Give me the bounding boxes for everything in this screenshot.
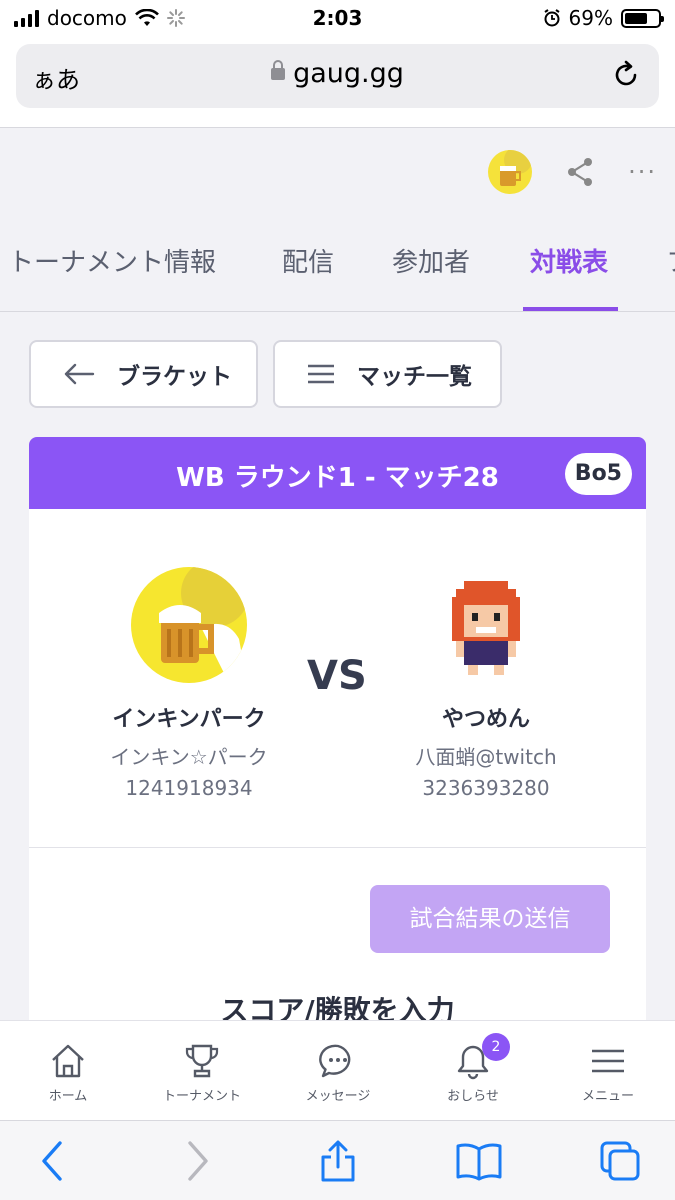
player1-id: 1241918934	[125, 776, 253, 800]
bookmarks-icon[interactable]	[455, 1139, 503, 1183]
battery-percent: 69%	[568, 6, 613, 30]
menu-icon	[592, 1049, 624, 1073]
user-avatar[interactable]	[488, 150, 533, 194]
tab-bar: トーナメント情報 配信 参加者 対戦表 フ	[0, 220, 675, 312]
vs-label: VS	[307, 653, 367, 699]
match-list-button[interactable]: マッチ一覧	[273, 340, 502, 408]
lock-icon	[271, 60, 286, 80]
bracket-button[interactable]: ブラケット	[29, 340, 258, 408]
more-options-icon[interactable]: ···	[628, 158, 657, 186]
active-tab-indicator	[523, 307, 618, 311]
tab-participants[interactable]: 参加者	[392, 242, 470, 279]
bracket-button-label: ブラケット	[117, 364, 232, 390]
nav-menu-label: メニュー	[581, 1089, 634, 1104]
match-title: WB ラウンド1 - マッチ28	[176, 463, 499, 493]
nav-messages-label: メッセージ	[305, 1089, 371, 1104]
player2-name: やつめん	[441, 707, 530, 732]
web-page: ··· トーナメント情報 配信 参加者 対戦表 フ ブラケット マッチ一覧 WB…	[0, 128, 675, 1020]
tab-stream[interactable]: 配信	[282, 242, 334, 279]
player1[interactable]: インキンパーク インキン☆パーク 1241918934	[69, 567, 309, 800]
match-card: WB ラウンド1 - マッチ28 Bo5 インキンパーク インキン☆パーク 12…	[29, 437, 646, 1020]
tab-next-partial[interactable]: フ	[666, 242, 675, 279]
url-domain[interactable]: gaug.gg	[293, 58, 404, 89]
submit-result-button[interactable]: 試合結果の送信	[370, 885, 610, 953]
back-icon[interactable]	[38, 1139, 66, 1183]
player2-id: 3236393280	[422, 776, 550, 800]
nav-home-label: ホーム	[48, 1089, 88, 1104]
player2-avatar	[428, 567, 544, 683]
share-sheet-icon[interactable]	[319, 1139, 357, 1183]
reload-icon[interactable]	[611, 60, 641, 90]
nav-notifications[interactable]: 2 おしらせ	[418, 1033, 528, 1104]
tabs-icon[interactable]	[598, 1139, 642, 1183]
nav-home[interactable]: ホーム	[13, 1041, 123, 1104]
nav-tournament[interactable]: トーナメント	[147, 1041, 257, 1104]
player2-handle: 八面蛸@twitch	[415, 745, 557, 769]
best-of-badge: Bo5	[564, 453, 632, 495]
nav-menu[interactable]: メニュー	[553, 1041, 663, 1104]
browser-toolbar	[0, 1120, 675, 1200]
player1-avatar	[131, 567, 247, 683]
list-icon	[308, 364, 334, 384]
battery-icon	[621, 8, 664, 28]
tab-bracket-table[interactable]: 対戦表	[530, 242, 608, 279]
nav-notifications-label: おしらせ	[447, 1089, 499, 1104]
player1-name: インキンパーク	[112, 707, 266, 732]
match-card-header: WB ラウンド1 - マッチ28 Bo5	[29, 437, 646, 509]
player2[interactable]: やつめん 八面蛸@twitch 3236393280	[366, 567, 606, 800]
chat-icon	[319, 1044, 351, 1078]
card-divider	[29, 847, 646, 848]
score-input-heading: スコア/勝敗を入力	[220, 994, 455, 1020]
forward-icon[interactable]	[184, 1139, 212, 1183]
home-icon	[52, 1044, 84, 1078]
share-icon[interactable]	[564, 156, 596, 188]
notification-badge: 2	[482, 1033, 510, 1061]
address-bar[interactable]: ぁあ gaug.gg	[16, 44, 659, 108]
status-bar: docomo 2:03 69%	[0, 0, 675, 38]
trophy-icon	[185, 1044, 219, 1078]
alarm-icon	[543, 9, 560, 27]
address-bar-area: ぁあ gaug.gg	[0, 38, 675, 128]
app-bottom-nav: ホーム トーナメント メッセージ 2 おしらせ メニュー	[0, 1020, 675, 1120]
nav-messages[interactable]: メッセージ	[283, 1041, 393, 1104]
tab-tournament-info[interactable]: トーナメント情報	[8, 242, 216, 279]
arrow-left-icon	[64, 363, 95, 385]
player1-handle: インキン☆パーク	[110, 745, 268, 769]
match-list-button-label: マッチ一覧	[357, 364, 472, 390]
nav-tournament-label: トーナメント	[162, 1089, 241, 1104]
